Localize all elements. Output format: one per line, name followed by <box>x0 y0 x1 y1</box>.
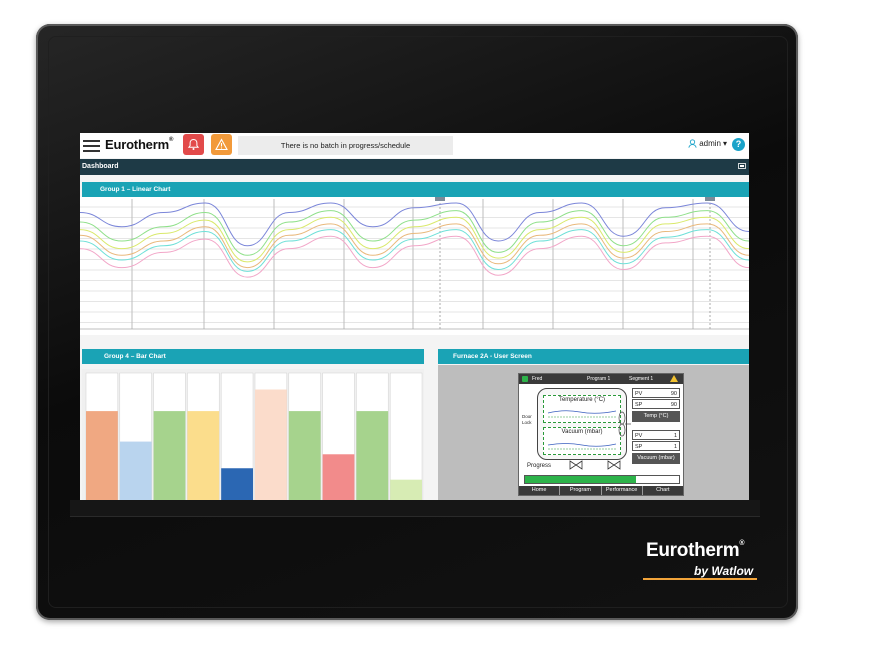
vac-unit-tag: Vacuum (mbar) <box>632 453 680 464</box>
furnace-vessel: Temperature (°C) Vacuum (mbar) <box>537 388 631 460</box>
vac-sp-readout[interactable]: SP 1 <box>632 441 680 451</box>
valve-icon[interactable] <box>607 460 621 470</box>
bar-chart-header[interactable]: Group 4 – Bar Chart <box>82 349 424 364</box>
nav-home[interactable]: Home <box>519 486 561 495</box>
bar <box>153 411 186 500</box>
bar <box>288 411 321 500</box>
hmi-user: Fred <box>532 376 543 382</box>
nav-performance[interactable]: Performance <box>602 486 643 495</box>
user-menu[interactable]: admin ▾ <box>688 139 727 148</box>
temp-pv-value: 90 <box>670 391 677 397</box>
bar <box>221 468 253 500</box>
batch-status: There is no batch in progress/schedule <box>238 136 453 155</box>
user-name: admin <box>699 139 721 148</box>
hamburger-icon[interactable] <box>83 137 100 153</box>
temperature-trend <box>547 410 617 418</box>
progress-bar <box>524 475 680 484</box>
event-flag <box>435 197 445 201</box>
vac-pv-value: 1 <box>673 433 677 439</box>
operator-icon <box>522 376 528 382</box>
brand-logo: Eurotherm® by Watlow <box>643 540 757 580</box>
bar <box>255 389 287 500</box>
hmi-program: Program 1 <box>587 376 611 382</box>
bar <box>322 454 355 500</box>
valve-icon[interactable] <box>569 460 583 470</box>
bar <box>187 411 220 500</box>
bell-icon[interactable] <box>183 134 204 155</box>
screen-lip <box>70 500 760 517</box>
vac-pv-label: PV <box>635 433 643 439</box>
linear-chart <box>80 197 749 330</box>
bar <box>356 411 389 500</box>
dashboard-title: Dashboard <box>82 163 119 170</box>
temp-sp-value: 90 <box>670 402 677 408</box>
vacuum-trend <box>547 443 617 450</box>
bar <box>119 441 152 500</box>
chevron-down-icon: ▾ <box>722 139 727 148</box>
screen-icon[interactable] <box>738 163 746 170</box>
bar-chart <box>85 372 423 500</box>
nav-chart[interactable]: Chart <box>643 486 683 495</box>
help-icon[interactable]: ? <box>732 138 745 151</box>
user-screen-header[interactable]: Furnace 2A - User Screen <box>438 349 749 364</box>
touch-screen: Eurotherm® There is no batch in progress… <box>80 133 749 500</box>
vac-sp-value: 1 <box>673 444 677 450</box>
app-logo: Eurotherm® <box>105 137 173 152</box>
hmi-segment: Segment 1 <box>629 376 654 382</box>
brand-mark: ® <box>739 540 745 547</box>
series-line-6 <box>80 235 749 278</box>
user-screen-area: Fred Program 1 Segment 1 Door Lock Tempe… <box>438 365 749 500</box>
temperature-box: Temperature (°C) <box>543 395 621 423</box>
temp-pv-readout: PV 90 <box>632 388 680 398</box>
vac-sp-label: SP <box>635 444 643 450</box>
user-icon <box>688 139 697 148</box>
temp-sp-readout[interactable]: SP 90 <box>632 399 680 409</box>
progress-label: Progress <box>527 463 552 469</box>
vac-pv-readout: PV 1 <box>632 430 680 440</box>
progress-fill <box>525 476 636 483</box>
temp-sp-label: SP <box>635 402 643 408</box>
bar <box>390 479 422 500</box>
warning-icon[interactable] <box>670 375 678 382</box>
linear-chart-header[interactable]: Group 1 – Linear Chart <box>82 182 749 197</box>
temp-unit-tag: Temp (°C) <box>632 411 680 422</box>
temp-pv-label: PV <box>635 391 643 397</box>
vacuum-box: Vacuum (mbar) <box>543 427 621 455</box>
hmi-status-bar: Fred Program 1 Segment 1 <box>519 374 683 384</box>
event-flag <box>705 197 715 201</box>
brand-main-text: Eurotherm <box>646 540 740 561</box>
warning-icon[interactable] <box>211 134 232 155</box>
linear-chart-title: Group 1 – Linear Chart <box>100 186 171 193</box>
hmi-nav: Home Program Performance Chart <box>519 486 683 495</box>
bar <box>86 411 118 500</box>
nav-program[interactable]: Program <box>560 486 602 495</box>
bar-chart-title: Group 4 – Bar Chart <box>104 353 166 360</box>
logo-mark: ® <box>168 137 174 143</box>
door-lock-label: Door Lock <box>522 414 532 425</box>
linear-chart-area[interactable] <box>80 197 749 335</box>
brand-sub-text: by Watlow <box>694 564 754 578</box>
logo-text: Eurotherm <box>105 137 169 152</box>
dashboard-bar: Dashboard <box>80 159 749 175</box>
brand-accent-line <box>643 578 757 580</box>
fan-icon <box>618 411 631 437</box>
bar-chart-area[interactable] <box>82 369 424 500</box>
hmi-mimic[interactable]: Fred Program 1 Segment 1 Door Lock Tempe… <box>518 373 684 496</box>
top-bar: Eurotherm® There is no batch in progress… <box>80 133 749 158</box>
user-screen-title: Furnace 2A - User Screen <box>453 353 532 360</box>
